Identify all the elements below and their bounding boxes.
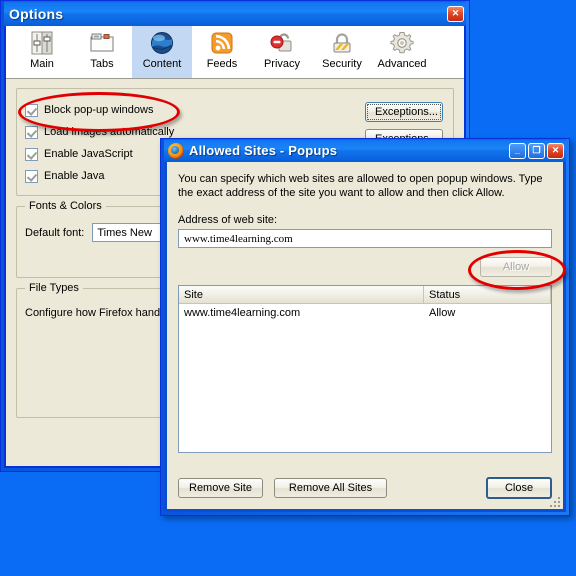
- minimize-button[interactable]: _: [509, 142, 526, 159]
- cell-status: Allow: [429, 306, 456, 319]
- popups-close-button[interactable]: ✕: [547, 142, 564, 159]
- load-images-checkbox[interactable]: [25, 125, 38, 139]
- tab-privacy-label: Privacy: [263, 58, 301, 70]
- tab-content[interactable]: Content: [132, 26, 192, 78]
- tab-main-label: Main: [30, 58, 54, 70]
- minimize-icon: _: [514, 145, 520, 155]
- block-popups-checkbox[interactable]: [25, 103, 38, 117]
- allowed-sites-list[interactable]: Site Status www.time4learning.com Allow: [178, 285, 552, 454]
- load-images-label: Load images automatically: [44, 126, 175, 138]
- padlock-icon: [328, 29, 356, 57]
- column-header-site[interactable]: Site: [179, 286, 424, 305]
- close-button[interactable]: ✕: [447, 5, 464, 22]
- tab-content-label: Content: [142, 58, 182, 70]
- table-row[interactable]: www.time4learning.com Allow: [179, 304, 551, 322]
- tab-advanced[interactable]: Advanced: [372, 26, 432, 78]
- close-icon: ✕: [551, 145, 560, 155]
- address-field-label: Address of web site:: [178, 214, 278, 226]
- default-font-label: Default font:: [25, 226, 85, 239]
- enable-java-checkbox[interactable]: [25, 169, 38, 183]
- exceptions-button-popups[interactable]: Exceptions...: [365, 102, 443, 123]
- remove-site-button[interactable]: Remove Site: [178, 477, 263, 498]
- file-types-title: File Types: [25, 282, 83, 294]
- options-title: Options: [9, 5, 64, 22]
- options-titlebar: Options ✕: [4, 1, 466, 26]
- tab-tabs-label: Tabs: [90, 58, 114, 70]
- popups-titlebar: Allowed Sites - Popups _ ❐ ✕: [164, 139, 566, 162]
- popups-button-row: Remove Site Remove All Sites Close: [178, 476, 552, 499]
- sliders-icon: [28, 29, 56, 57]
- address-input[interactable]: www.time4learning.com: [178, 229, 552, 248]
- allow-button[interactable]: Allow: [480, 257, 552, 278]
- popups-title: Allowed Sites - Popups: [189, 143, 338, 158]
- popups-client-area: You can specify which web sites are allo…: [164, 162, 566, 512]
- tab-feeds[interactable]: Feeds: [192, 26, 252, 78]
- allow-button-row: Allow: [178, 257, 552, 278]
- gear-icon: [388, 29, 416, 57]
- tab-privacy[interactable]: Privacy: [252, 26, 312, 78]
- list-header-row: Site Status: [179, 286, 551, 305]
- globe-icon: [148, 29, 176, 57]
- close-icon: ✕: [451, 8, 460, 18]
- tab-feeds-label: Feeds: [206, 58, 238, 70]
- maximize-icon: ❐: [532, 145, 541, 155]
- popups-titlebar-buttons: _ ❐ ✕: [509, 142, 564, 159]
- column-header-status[interactable]: Status: [424, 286, 551, 305]
- cell-site: www.time4learning.com: [184, 306, 301, 319]
- enable-java-label: Enable Java: [44, 170, 105, 182]
- rss-icon: [208, 29, 236, 57]
- privacy-icon: [268, 29, 296, 57]
- allowed-sites-popups-window: Allowed Sites - Popups _ ❐ ✕ You can spe…: [160, 138, 570, 516]
- tab-security[interactable]: Security: [312, 26, 372, 78]
- options-toolbar: Main Tabs Content Feeds Privacy Security…: [6, 26, 464, 79]
- popups-description: You can specify which web sites are allo…: [178, 173, 543, 199]
- block-popups-label: Block pop-up windows: [44, 104, 154, 116]
- maximize-button[interactable]: ❐: [528, 142, 545, 159]
- tabs-icon: [88, 29, 116, 57]
- close-dialog-button[interactable]: Close: [486, 476, 552, 499]
- resize-grip[interactable]: [548, 495, 560, 507]
- firefox-icon: [168, 142, 184, 159]
- enable-javascript-label: Enable JavaScript: [44, 148, 133, 160]
- tab-tabs[interactable]: Tabs: [72, 26, 132, 78]
- fonts-colors-title: Fonts & Colors: [25, 200, 106, 212]
- options-titlebar-buttons: ✕: [447, 5, 464, 22]
- remove-all-sites-button[interactable]: Remove All Sites: [274, 477, 387, 498]
- tab-security-label: Security: [322, 58, 362, 70]
- tab-advanced-label: Advanced: [377, 58, 427, 70]
- enable-javascript-checkbox[interactable]: [25, 147, 38, 161]
- tab-main[interactable]: Main: [12, 26, 72, 78]
